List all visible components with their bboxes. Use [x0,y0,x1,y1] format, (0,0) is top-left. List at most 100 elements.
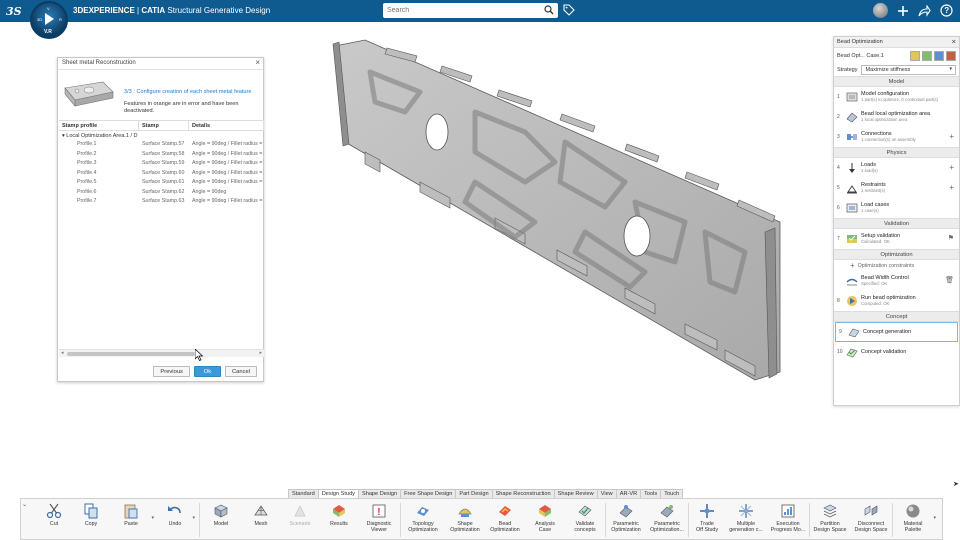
scenario-button[interactable]: Scenario [280,499,320,539]
bead-area-item[interactable]: 2 Bead local optimization area 1 local op… [834,107,959,127]
horizontal-scrollbar[interactable]: ◂ ▸ [59,349,264,357]
mesh-icon [254,505,268,516]
strategy-select[interactable]: Maximize stiffness ▾ [861,64,956,75]
bead-width-control-item[interactable]: Bead Width Control Specified: OK 🗑 [834,271,959,291]
case-result-icon[interactable] [934,50,944,61]
case-row: Bead Opt... Case.1 [834,48,959,63]
tag-icon[interactable] [563,4,575,16]
model-button[interactable]: Model [200,499,242,539]
table-row[interactable]: Profile.1 Surface Stamp.57 Angle = 90deg /… [59,140,264,150]
table-row[interactable]: Profile.5 Surface Stamp.61 Angle = 90deg /… [59,178,264,188]
add-icon[interactable] [895,3,910,18]
table-row[interactable]: Profile.2 Surface Stamp.58 Angle = 90deg /… [59,150,264,160]
share-icon[interactable] [917,3,932,18]
compass-widget[interactable]: 3D V R V.R [30,1,68,39]
search-box[interactable] [383,3,558,18]
sheet-metal-model[interactable] [325,32,785,392]
disconnect-design-space-button[interactable]: Disconnect Design Space [850,499,892,539]
table-row[interactable]: Profile.3 Surface Stamp.59 Angle = 90deg /… [59,159,264,169]
add-connection-icon[interactable]: + [949,132,954,141]
model-configuration-item[interactable]: 1 Model configuration 1 part(s) to optimi… [834,87,959,107]
svg-text:3S: 3S [6,5,22,18]
section-concept: Concept [834,311,959,322]
run-bead-icon [847,296,857,306]
dialog-buttons: Previous Ok Cancel [153,366,257,377]
validate-icon [578,505,592,517]
ok-button[interactable]: Ok [193,366,221,377]
bead-optimization-button[interactable]: Bead Optimization [485,499,525,539]
scrollbar-thumb[interactable] [67,352,195,356]
add-load-icon[interactable]: + [949,163,954,172]
trade-off-study-button[interactable]: Trade Off Study [689,499,725,539]
diagnostic-viewer-button[interactable]: ! Diagnostic Viewer [358,499,400,539]
svg-text:!: ! [377,507,380,518]
paste-button[interactable]: Paste ▾ [111,499,154,539]
avatar[interactable] [873,3,888,18]
col-stamp-profile[interactable]: Stamp profile [59,121,139,130]
parametric-2-icon [660,505,674,518]
material-palette-button[interactable]: Material Palette ▾ [893,499,936,539]
strategy-label: Strategy [837,66,858,73]
table-group-row[interactable]: ▾ Local Optimization Area.1 / D [59,131,264,140]
table-row[interactable]: Profile.6 Surface Stamp.62 Angle = 90deg [59,188,264,198]
add-restraint-icon[interactable]: + [949,183,954,192]
close-icon[interactable]: × [255,58,260,67]
connections-item[interactable]: 3 Connections 1 connection(s) on assembly… [834,127,959,147]
search-icon[interactable] [544,5,554,15]
material-dropdown-icon: ▾ [933,515,936,521]
multiple-generation-button[interactable]: Multiple generation c... [725,499,767,539]
analysis-case-button[interactable]: Analysis Case [525,499,565,539]
restraints-item[interactable]: 5 Restraints 1 restraint(s) + [834,178,959,198]
partition-design-space-button[interactable]: Partition Design Space [810,499,850,539]
compass-3d-label[interactable]: 3D [37,17,42,22]
parametric-optimization-2-button[interactable]: Parametric Optimization... [646,499,688,539]
cancel-button[interactable]: Cancel [224,366,257,377]
case-export-icon[interactable] [946,50,956,61]
case-mesh-icon[interactable] [922,50,932,61]
app-title: 3DEXPERIENCE | CATIA Structural Generati… [73,6,271,15]
table-row[interactable]: Profile.7 Surface Stamp.63 Angle = 90deg /… [59,197,264,207]
mesh-button[interactable]: Mesh [242,499,280,539]
loads-icon [849,163,855,173]
copy-button[interactable]: Copy [71,499,111,539]
section-validation: Validation [834,218,959,229]
undo-button[interactable]: Undo ▾ [151,499,199,539]
case-view-icon[interactable] [910,50,920,61]
stamp-table: Stamp profile Stamp Details ▾ Local Opti… [59,120,264,348]
ds-logo-icon[interactable]: 3S [6,3,22,19]
panel-title: Bead Optimization [837,39,883,45]
model-config-icon [846,92,858,102]
connections-icon [847,134,857,140]
run-validation-icon[interactable]: ⚑ [948,234,954,242]
run-bead-optimization-item[interactable]: 8 Run bead optimization Computed: OK [834,291,959,311]
compass-r-label[interactable]: R [59,17,62,22]
concept-generation-item[interactable]: 9 Concept generation [835,322,958,342]
concept-validation-item[interactable]: 10 Concept validation [834,342,959,362]
parametric-optimization-button[interactable]: Parametric Optimization [606,499,646,539]
case-name[interactable]: Bead Opt... Case.1 [837,53,884,59]
cut-button[interactable]: Cut [37,499,71,539]
optimization-constraints[interactable]: + Optimization constraints [834,260,959,271]
scroll-right-icon[interactable]: ▸ [259,350,262,356]
close-icon[interactable]: × [952,37,956,46]
help-icon[interactable]: ? [939,3,954,18]
execution-progress-button[interactable]: Execution Progress Mo... [767,499,809,539]
shape-optimization-button[interactable]: Shape Optimization [445,499,485,539]
col-stamp[interactable]: Stamp [139,121,189,130]
scroll-left-icon[interactable]: ◂ [61,350,64,356]
loads-item[interactable]: 4 Loads 1 load(s) + [834,158,959,178]
bead-optimization-panel: Bead Optimization × Bead Opt... Case.1 S… [833,36,960,406]
validate-concepts-button[interactable]: Validate concepts [565,499,605,539]
trash-icon[interactable]: 🗑 [945,276,954,284]
setup-validation-item[interactable]: 7 Setup validation Calculated: OK ⚑ [834,229,959,249]
load-cases-item[interactable]: 6 Load cases 1 case(s) [834,198,959,218]
topology-optimization-button[interactable]: Topology Optimization [401,499,445,539]
chevron-down-icon[interactable]: ⌄ [22,501,27,508]
results-button[interactable]: Results [320,499,358,539]
col-details[interactable]: Details [189,121,264,130]
table-row[interactable]: Profile.4 Surface Stamp.60 Angle = 90deg /… [59,169,264,179]
search-input[interactable] [383,3,533,18]
previous-button[interactable]: Previous [153,366,190,377]
play-icon[interactable] [45,13,54,25]
compass-v-label[interactable]: V [47,6,50,11]
